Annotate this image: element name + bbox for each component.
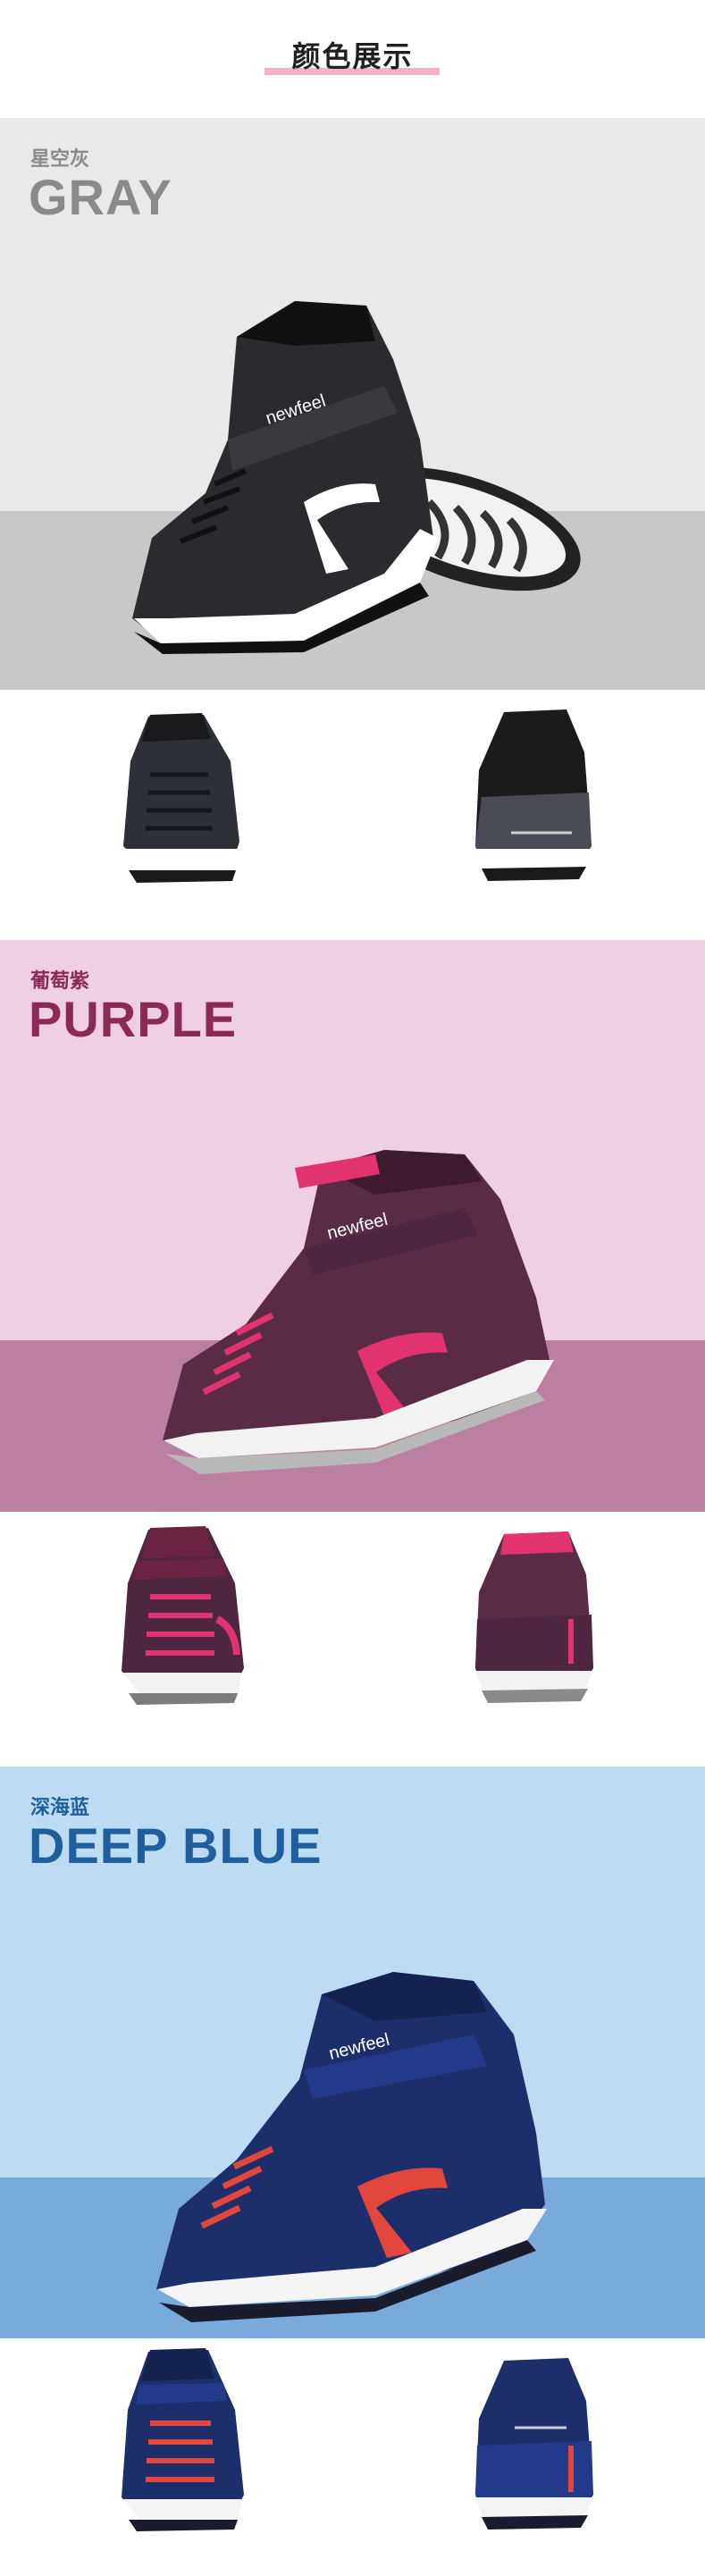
shoe-back-view-image	[475, 2358, 593, 2530]
shoe-back-view-image	[475, 709, 592, 881]
blue-back-view-thumbnail[interactable]	[361, 2338, 688, 2542]
shoe-front-view-image	[122, 1526, 244, 1705]
gray-hero[interactable]: 星空灰 GRAY newfeel	[0, 118, 705, 690]
page-title: 颜色展示	[291, 40, 414, 72]
variant-gray: 星空灰 GRAY newfeel	[0, 118, 705, 911]
variant-deep-blue: 深海蓝 DEEP BLUE newfeel	[0, 1766, 705, 2576]
blue-front-view-thumbnail[interactable]	[16, 2338, 343, 2542]
product-color-page: 颜色展示 星空灰 GRAY newfeel 葡萄紫 PURPLE newfeel…	[0, 0, 705, 2576]
shoe-front-view-image	[123, 713, 239, 883]
gray-back-view-thumbnail[interactable]	[361, 690, 688, 894]
purple-shoe-image: newfeel	[163, 1150, 554, 1474]
section-header: 颜色展示	[0, 0, 705, 118]
purple-hero[interactable]: 葡萄紫 PURPLE newfeel	[0, 940, 705, 1512]
shoe-back-view-image	[475, 1531, 593, 1703]
gray-front-view-thumbnail[interactable]	[16, 690, 343, 894]
blue-shoe-image: newfeel	[156, 1972, 547, 2322]
purple-front-view-thumbnail[interactable]	[16, 1512, 343, 1716]
gray-shoe-pair-image: newfeel	[132, 301, 581, 654]
variant-purple: 葡萄紫 PURPLE newfeel	[0, 940, 705, 1738]
shoe-front-view-image	[122, 2348, 244, 2531]
purple-back-view-thumbnail[interactable]	[361, 1512, 688, 1716]
blue-hero[interactable]: 深海蓝 DEEP BLUE newfeel	[0, 1766, 705, 2338]
